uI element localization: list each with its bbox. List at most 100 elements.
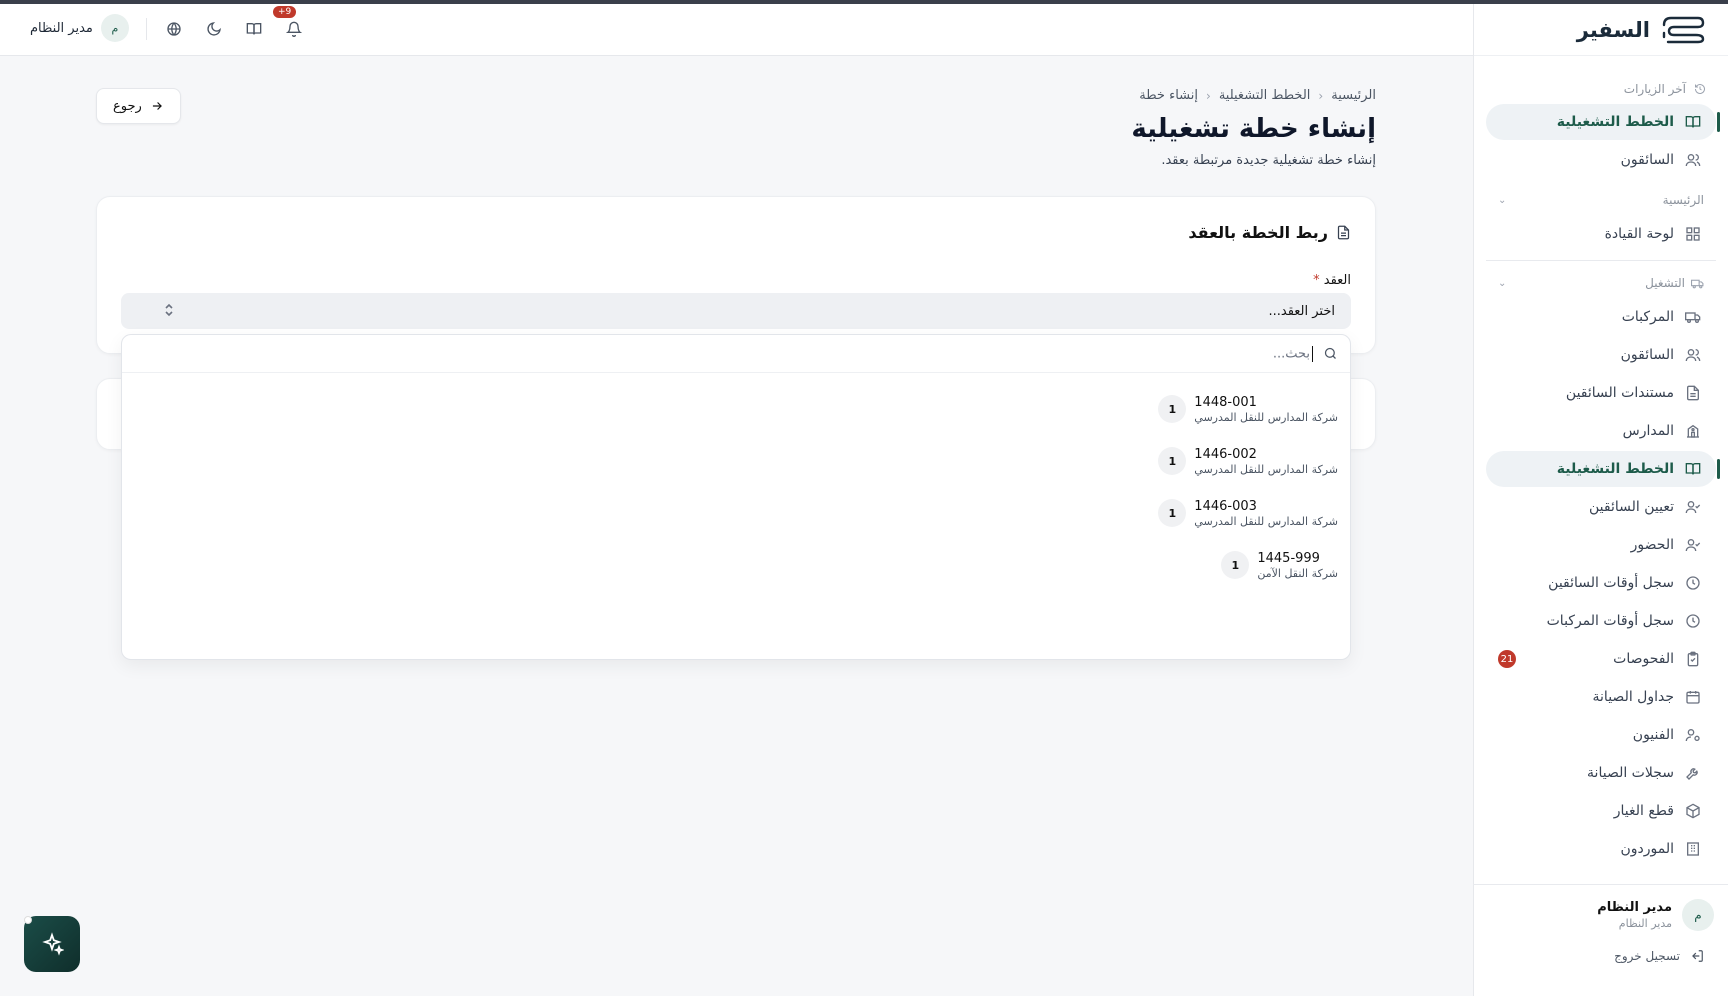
dropdown-search-input[interactable]: بحث... [1273,346,1310,361]
book-icon [1684,113,1702,131]
sidebar-item-inspections[interactable]: الفحوصات 21 [1486,641,1716,677]
sidebar-item-drivers[interactable]: السائقون [1486,337,1716,373]
sidebar-item-vehicle-timelog[interactable]: سجل أوقات المركبات [1486,603,1716,639]
status-dot [24,916,32,924]
group-main-label: الرئيسية [1662,193,1704,207]
sidebar-item-spare-parts[interactable]: قطع الغيار [1486,793,1716,829]
chevron-down-icon: ⌄ [1498,277,1507,289]
topbar: م مدير النظام +9 [0,4,1473,56]
card-title: ربط الخطة بالعقد [1188,223,1351,242]
contract-company: شركة المدارس للنقل المدرسي [1194,514,1338,528]
globe-icon[interactable] [163,18,185,40]
card-title-text: ربط الخطة بالعقد [1188,223,1328,242]
building-icon [1684,840,1702,858]
book-icon[interactable] [243,18,265,40]
nav-label: الحضور [1630,537,1674,553]
contract-company: شركة المدارس للنقل المدرسي [1194,462,1338,476]
sidebar-user[interactable]: م مدير النظام مدير النظام [1487,899,1714,931]
clock-icon [1684,574,1702,592]
user-check-icon [1684,536,1702,554]
sidebar-item-attendance[interactable]: الحضور [1486,527,1716,563]
nav-label: مستندات السائقين [1565,385,1674,401]
contract-code: 1446-002 [1194,446,1257,462]
nav-label: الفحوصات [1613,651,1674,667]
nav-label: الموردون [1620,841,1674,857]
item-count-badge: 1 [1158,499,1187,527]
search-icon [1324,347,1336,359]
nav-label: قطع الغيار [1613,803,1674,819]
sidebar-item-assign-drivers[interactable]: تعيين السائقين [1486,489,1716,525]
history-icon [1695,84,1705,94]
topbar-user-menu[interactable]: م مدير النظام [30,14,129,42]
nav-label: جداول الصيانة [1592,689,1674,705]
moon-icon[interactable] [203,18,225,40]
list-item[interactable]: 1 1445-999 شركة النقل الآمن [134,539,1338,591]
breadcrumb-operational-plans[interactable]: الخطط التشغيلية [1219,88,1311,103]
nav-label: سجل أوقات المركبات [1546,613,1674,629]
sidebar-item-maintenance-schedules[interactable]: جداول الصيانة [1486,679,1716,715]
inspections-count-badge: 21 [1498,650,1516,668]
sidebar-item-technicians[interactable]: الفنيون [1486,717,1716,753]
user-check-icon [1684,498,1702,516]
contract-select[interactable]: اختر العقد... [121,293,1351,329]
dropdown-search[interactable]: بحث... [122,335,1350,373]
truck-icon [1684,308,1702,326]
item-count-badge: 1 [1158,447,1187,475]
sidebar-item-driver-documents[interactable]: مستندات السائقين [1486,375,1716,411]
item-count-badge: 1 [1158,395,1187,423]
users-icon [1684,346,1702,364]
school-icon [1684,422,1702,440]
brand[interactable]: السفير [1474,4,1728,56]
ai-assistant-button[interactable] [24,916,80,972]
recent-item-operational-plans[interactable]: الخطط التشغيلية [1486,104,1720,140]
brand-name: السفير [1576,17,1650,42]
contract-link-card: ربط الخطة بالعقد العقد * اختر العقد... [96,196,1376,354]
sidebar-divider [1486,260,1716,261]
logout-icon [1692,950,1703,962]
group-operations-label: التشغيل [1645,276,1685,290]
contract-company: شركة المدارس للنقل المدرسي [1194,410,1338,424]
sidebar-item-vehicles[interactable]: المركبات [1486,299,1716,335]
breadcrumb: الرئيسية ‹ الخطط التشغيلية ‹ إنشاء خطة [1139,88,1376,103]
nav-label: الخطط التشغيلية [1556,114,1674,130]
nav-label: سجلات الصيانة [1587,765,1674,781]
box-icon [1684,802,1702,820]
required-mark: * [1313,273,1320,288]
back-button[interactable]: رجوع [96,88,181,124]
sidebar-user-name: مدير النظام [1597,900,1672,915]
user-gear-icon [1684,726,1702,744]
avatar: م [100,14,129,42]
recent-item-drivers[interactable]: السائقون [1486,142,1716,178]
sidebar-item-schools[interactable]: المدارس [1486,413,1716,449]
wrench-icon [1684,764,1702,782]
arrow-right-icon [152,102,162,110]
notification-count-badge: +9 [273,6,297,18]
sidebar-item-suppliers[interactable]: الموردون [1486,831,1716,867]
nav-label: السائقون [1620,152,1674,168]
list-item[interactable]: 1 1446-003 شركة المدارس للنقل المدرسي [134,487,1338,539]
group-operations-header[interactable]: التشغيل ⌄ [1486,267,1716,299]
book-icon [1684,460,1702,478]
group-main-header[interactable]: الرئيسية ⌄ [1486,184,1716,216]
list-item[interactable]: 1 1446-002 شركة المدارس للنقل المدرسي [134,435,1338,487]
users-icon [1684,151,1702,169]
document-icon [1337,225,1350,240]
list-item[interactable]: 1 1448-001 شركة المدارس للنقل المدرسي [134,383,1338,435]
contract-code: 1448-001 [1194,394,1257,410]
sidebar-item-operational-plans[interactable]: الخطط التشغيلية [1486,451,1720,487]
sidebar-item-driver-timelog[interactable]: سجل أوقات السائقين [1486,565,1716,601]
chevron-left-icon: ‹ [1318,88,1324,103]
back-label: رجوع [113,98,142,114]
sidebar-user-box: م مدير النظام مدير النظام تسجيل خروج [1473,884,1728,996]
breadcrumb-home[interactable]: الرئيسية [1331,88,1376,103]
contract-select-value: اختر العقد... [1268,303,1335,319]
bell-icon[interactable] [283,18,305,40]
nav-label: تعيين السائقين [1589,499,1674,515]
contract-label-text: العقد [1323,273,1351,288]
sidebar-user-role: مدير النظام [1618,917,1672,930]
nav-label: الفنيون [1632,727,1674,743]
sidebar-item-maintenance-records[interactable]: سجلات الصيانة [1486,755,1716,791]
contract-dropdown: بحث... 1 1448-001 شركة المدارس للنقل الم… [121,334,1351,660]
sidebar-item-dashboard[interactable]: لوحة القيادة [1486,216,1716,252]
logout-button[interactable]: تسجيل خروج [1487,949,1714,963]
